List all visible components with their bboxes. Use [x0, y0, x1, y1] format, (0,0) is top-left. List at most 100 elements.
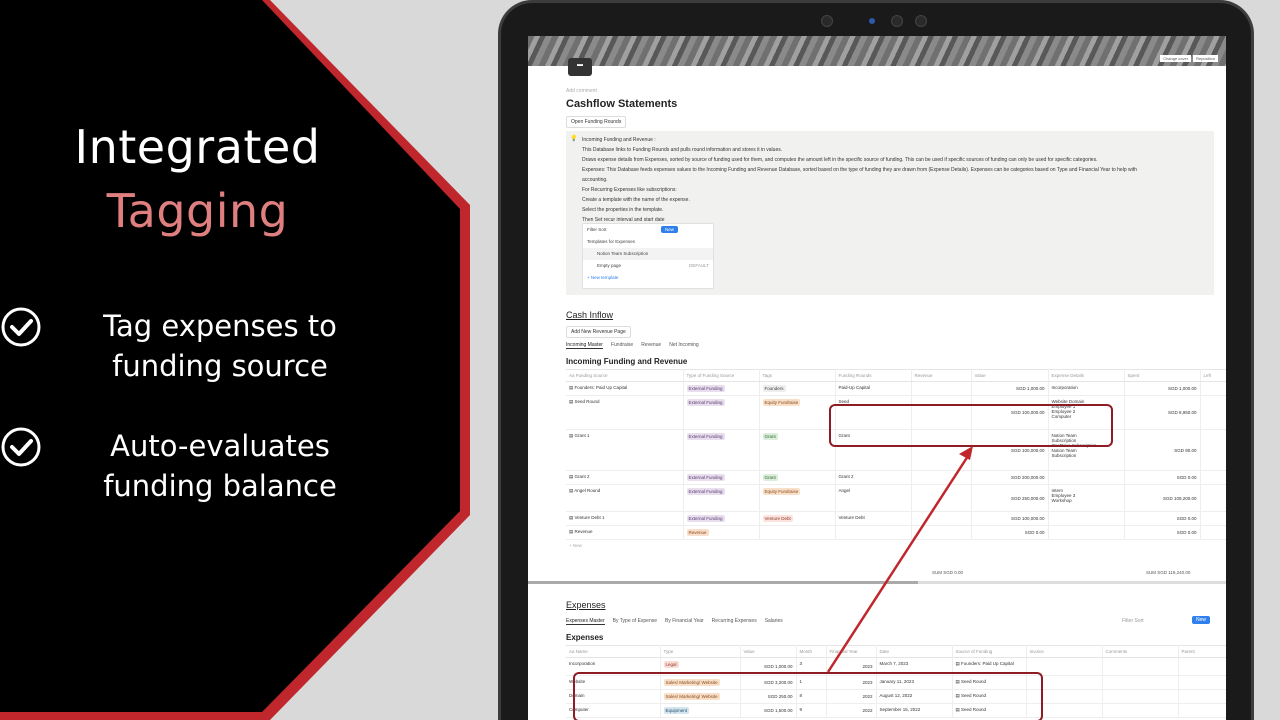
funding-round-cell[interactable]: Venture Debt	[835, 511, 912, 526]
value-cell[interactable]: SGD 250,000.00	[971, 484, 1049, 512]
column-header[interactable]: Aa Name	[566, 645, 661, 658]
type-cell[interactable]: External Funding	[683, 484, 760, 512]
column-header[interactable]: Date	[876, 645, 953, 658]
left-cell[interactable]	[1200, 395, 1226, 430]
comments-cell[interactable]	[1102, 657, 1179, 676]
tags-cell[interactable]: Equity Fundraise	[759, 395, 836, 430]
new-template-button[interactable]: + New template	[583, 272, 713, 284]
view-net-incoming[interactable]: Net Incoming	[669, 342, 698, 349]
column-header[interactable]: Revenue	[911, 369, 972, 382]
new-row-button[interactable]: + New	[566, 539, 1226, 551]
table-row[interactable]: ▤ Revenue Revenue SGD 0.00 SGD 0.00	[566, 525, 1226, 540]
funding-source-cell[interactable]: ▤ Seed Round	[566, 395, 684, 430]
left-cell[interactable]	[1200, 429, 1226, 471]
expense-details-cell[interactable]: Intern Employee 3 Workshop	[1048, 484, 1125, 512]
column-header[interactable]: Value	[740, 645, 797, 658]
comments-cell[interactable]	[1102, 675, 1179, 690]
spent-cell[interactable]: SGD 109,200.00	[1124, 484, 1201, 512]
open-funding-rounds-button[interactable]: Open Funding Rounds	[566, 116, 627, 128]
column-header[interactable]: Type	[660, 645, 741, 658]
tags-cell[interactable]: Grant	[759, 470, 836, 485]
left-cell[interactable]	[1200, 511, 1226, 526]
funding-round-cell[interactable]: Paid-Up Capital	[835, 381, 912, 396]
column-header[interactable]: Parent	[1178, 645, 1226, 658]
parent-cell[interactable]	[1178, 703, 1226, 718]
view-salaries[interactable]: Salaries	[765, 618, 783, 625]
template-item-empty[interactable]: Empty page DEFAULT	[583, 260, 713, 272]
value-cell[interactable]: SGD 0.00	[971, 525, 1049, 540]
revenue-cell[interactable]	[911, 470, 972, 485]
funding-round-cell[interactable]: Angel	[835, 484, 912, 512]
parent-cell[interactable]	[1178, 657, 1226, 676]
tags-cell[interactable]	[759, 525, 836, 540]
column-header[interactable]: Value	[971, 369, 1049, 382]
revenue-cell[interactable]	[911, 511, 972, 526]
view-incoming-master[interactable]: Incoming Master	[566, 342, 603, 349]
column-header[interactable]: Tags	[759, 369, 836, 382]
revenue-cell[interactable]	[911, 525, 972, 540]
funding-source-cell[interactable]: ▤ Venture Debt 1	[566, 511, 684, 526]
funding-source-cell[interactable]: ▤ Grant 2	[566, 470, 684, 485]
view-by-type[interactable]: By Type of Expense	[613, 618, 657, 625]
expense-details-cell[interactable]: Incorporation	[1048, 381, 1125, 396]
funding-round-cell[interactable]	[835, 525, 912, 540]
column-header[interactable]: Funding Rounds	[835, 369, 912, 382]
type-cell[interactable]: External Funding	[683, 381, 760, 396]
type-cell[interactable]: External Funding	[683, 429, 760, 471]
column-header[interactable]: Source of Funding	[952, 645, 1027, 658]
spent-cell[interactable]: SGD 0.00	[1124, 470, 1201, 485]
comments-cell[interactable]	[1102, 689, 1179, 704]
spent-cell[interactable]: SGD 1,000.00	[1124, 381, 1201, 396]
tags-cell[interactable]: Venture Debt	[759, 511, 836, 526]
new-button[interactable]: New	[661, 226, 679, 233]
type-cell[interactable]: External Funding	[683, 470, 760, 485]
new-expense-button[interactable]: New	[1192, 616, 1211, 624]
view-recurring[interactable]: Recurring Expenses	[712, 618, 757, 625]
view-by-year[interactable]: By Financial Year	[665, 618, 704, 625]
page-emoji-icon[interactable]: ▬	[568, 58, 592, 76]
funding-round-cell[interactable]: Grant 2	[835, 470, 912, 485]
filter-sort-toolbar[interactable]: Filter Sort	[1122, 618, 1144, 624]
view-expenses-master[interactable]: Expenses Master	[566, 618, 605, 625]
template-item-notion[interactable]: Notion Team Subscription	[583, 248, 713, 260]
expense-details-cell[interactable]	[1048, 525, 1125, 540]
spent-cell[interactable]: SGD 0.00	[1124, 525, 1201, 540]
parent-cell[interactable]	[1178, 689, 1226, 704]
tags-cell[interactable]: Founders	[759, 381, 836, 396]
table-row[interactable]: ▤ Grant 2 External Funding Grant Grant 2 SGD…	[566, 470, 1226, 485]
table-row[interactable]: ▤ Venture Debt 1 External Funding Venture …	[566, 511, 1226, 526]
type-cell[interactable]: External Funding	[683, 511, 760, 526]
spent-cell[interactable]: SGD 0.00	[1124, 511, 1201, 526]
column-header[interactable]: Spent	[1124, 369, 1201, 382]
table-row[interactable]: ▤ Angel Round External Funding Equity Fund…	[566, 484, 1226, 512]
change-cover-button[interactable]: Change cover	[1160, 55, 1192, 62]
left-cell[interactable]	[1200, 470, 1226, 485]
column-header[interactable]: Type of Funding Source	[683, 369, 760, 382]
table-row[interactable]: ▤ Founders: Paid Up Capital External Fund…	[566, 381, 1226, 396]
parent-cell[interactable]	[1178, 675, 1226, 690]
view-revenue[interactable]: Revenue	[641, 342, 661, 349]
scrollbar-thumb[interactable]	[528, 581, 918, 584]
funding-source-cell[interactable]: ▤ Founders: Paid Up Capital	[566, 381, 684, 396]
column-header[interactable]: Expense Details	[1048, 369, 1125, 382]
view-fundraise[interactable]: Fundraise	[611, 342, 633, 349]
column-header[interactable]: Month	[796, 645, 827, 658]
expense-details-cell[interactable]	[1048, 470, 1125, 485]
spent-cell[interactable]: SGD 8,950.00	[1124, 395, 1201, 430]
value-cell[interactable]: SGD 1,000.00	[971, 381, 1049, 396]
left-cell[interactable]	[1200, 381, 1226, 396]
funding-source-cell[interactable]: ▤ Revenue	[566, 525, 684, 540]
tags-cell[interactable]: Equity Fundraise	[759, 484, 836, 512]
type-cell[interactable]: Revenue	[683, 525, 760, 540]
comments-cell[interactable]	[1102, 703, 1179, 718]
column-header[interactable]: Financial Year	[826, 645, 877, 658]
column-header[interactable]: Invoice	[1026, 645, 1103, 658]
add-comment-link[interactable]: Add comment	[566, 88, 597, 94]
value-cell[interactable]: SGD 100,000.00	[971, 511, 1049, 526]
spent-cell[interactable]: SGD 90.00	[1124, 429, 1201, 471]
column-header[interactable]: Aa Funding Source	[566, 369, 684, 382]
type-cell[interactable]: External Funding	[683, 395, 760, 430]
tags-cell[interactable]: Grant	[759, 429, 836, 471]
funding-source-cell[interactable]: ▤ Grant 1	[566, 429, 684, 471]
left-cell[interactable]	[1200, 484, 1226, 512]
